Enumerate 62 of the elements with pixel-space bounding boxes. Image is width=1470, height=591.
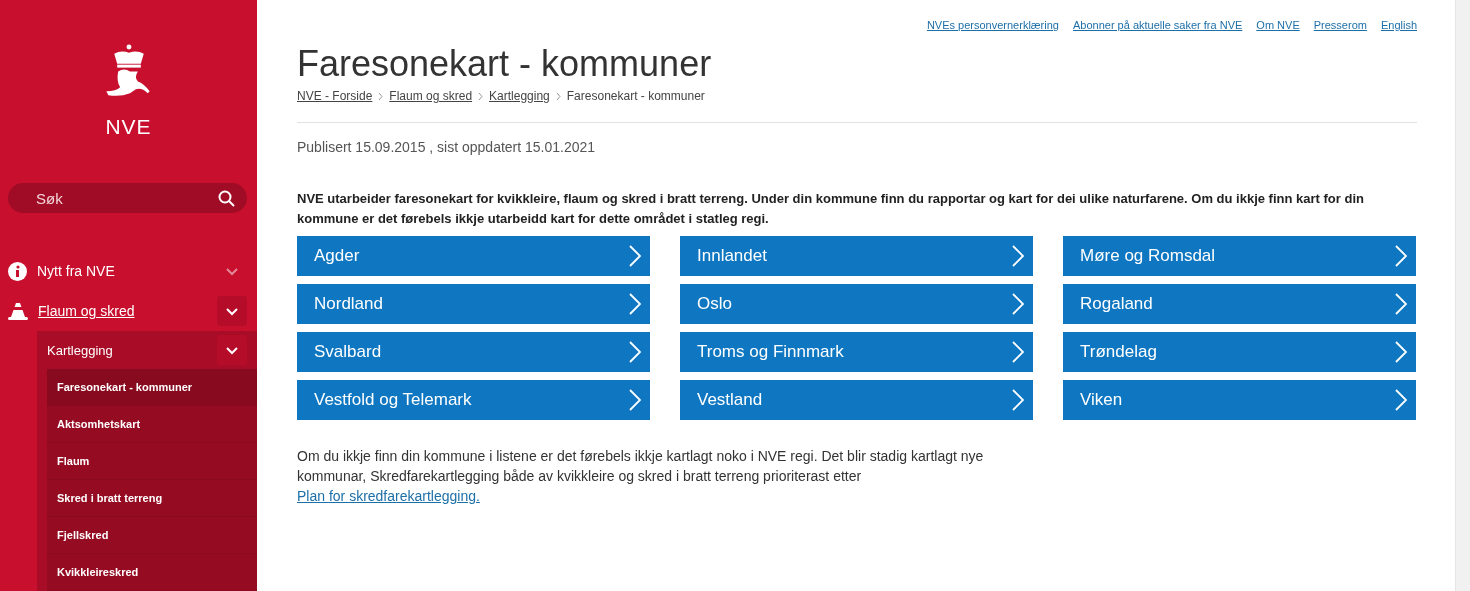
breadcrumb-current: Faresonekart - kommuner (566, 89, 705, 103)
region-button[interactable]: Trøndelag (1063, 332, 1416, 372)
chevron-right-icon (1011, 340, 1025, 364)
expand-toggle[interactable] (217, 296, 247, 326)
nav-item[interactable]: Fjellskred (47, 517, 257, 554)
intro-text: NVE utarbeider faresonekart for kvikkleire, flaum og skred i bratt terreng. Under din kommune finn du rapportar og kart for dei ulike naturfarene. Om du ikkje finn kart for din kommune er det førebels ikkje utarbeidd kart for dette området i statleg regi. (297, 190, 1365, 228)
search-icon[interactable] (218, 189, 235, 207)
chevron-down-icon (225, 345, 239, 355)
top-link[interactable]: Presserom (1313, 19, 1367, 31)
region-button[interactable]: Rogaland (1063, 284, 1416, 324)
traffic-cone-icon (8, 301, 28, 321)
chevron-right-icon (628, 244, 642, 268)
chevron-right-icon (1011, 388, 1025, 412)
search-field[interactable]: Søk (8, 183, 247, 213)
nav-item[interactable]: Aktsomhetskart (47, 406, 257, 443)
region-button[interactable]: Innlandet (680, 236, 1033, 276)
chevron-down-icon (225, 266, 239, 276)
region-button[interactable]: Vestland (680, 380, 1033, 420)
region-button[interactable]: Agder (297, 236, 650, 276)
chevron-right-icon (478, 91, 484, 101)
region-button[interactable]: Vestfold og Telemark (297, 380, 650, 420)
chevron-right-icon (628, 388, 642, 412)
region-button[interactable]: Møre og Romsdal (1063, 236, 1416, 276)
chevron-right-icon (555, 91, 561, 101)
expand-toggle[interactable] (217, 335, 247, 365)
nav-item[interactable]: Kartlegging (47, 342, 217, 358)
chevron-right-icon (1394, 388, 1408, 412)
breadcrumb-link[interactable]: Flaum og skred (389, 89, 473, 103)
chevron-right-icon (628, 292, 642, 316)
chevron-right-icon (1394, 244, 1408, 268)
page-title: Faresonekart - kommuner (297, 43, 713, 85)
chevron-right-icon (1394, 292, 1408, 316)
nav-item[interactable]: Nytt fra NVE (37, 263, 207, 279)
info-icon (8, 261, 27, 281)
scrollbar-track[interactable] (1455, 0, 1470, 591)
chevron-right-icon (378, 91, 384, 101)
top-link[interactable]: Abonner på aktuelle saker fra NVE (1072, 19, 1243, 31)
top-link[interactable]: Om NVE (1256, 19, 1300, 31)
chevron-right-icon (1011, 292, 1025, 316)
chevron-right-icon (628, 340, 642, 364)
nav-item[interactable]: Flaum (47, 443, 257, 480)
nav-item[interactable]: Faresonekart - kommuner (47, 369, 257, 406)
region-button[interactable]: Nordland (297, 284, 650, 324)
breadcrumb-link[interactable]: NVE - Forside (297, 89, 373, 103)
search-input[interactable]: Søk (34, 188, 218, 208)
region-button[interactable]: Svalbard (297, 332, 650, 372)
chevron-right-icon (1394, 340, 1408, 364)
publish-date: Publisert 15.09.2015 , sist oppdatert 15.01.2021 (297, 139, 597, 155)
top-link[interactable]: NVEs personvernerklæring (926, 19, 1059, 31)
nav-item[interactable]: Flaum og skred (38, 303, 207, 319)
logo-text: NVE (105, 115, 152, 139)
plan-link[interactable]: Plan for skredfarekartlegging. (297, 488, 480, 504)
chevron-right-icon (1011, 244, 1025, 268)
footer-text: Om du ikkje finn din kommune i listene er det førebels ikkje kartlagt noko i NVE regi. Det blir stadig kartlagt nye kommunar, Skredfarekartlegging både av kvikkleire og skred i bratt terreng prioriterast etter Plan for skredfarekartlegging. (297, 447, 985, 506)
region-button[interactable]: Oslo (680, 284, 1033, 324)
top-link[interactable]: English (1380, 19, 1417, 31)
nav-item[interactable]: Kvikkleireskred (47, 554, 257, 591)
nav-item[interactable]: Skred i bratt terreng (47, 480, 257, 517)
breadcrumb-link[interactable]: Kartlegging (489, 89, 550, 103)
chevron-down-icon (225, 306, 239, 316)
region-button[interactable]: Troms og Finnmark (680, 332, 1033, 372)
region-button[interactable]: Viken (1063, 380, 1416, 420)
